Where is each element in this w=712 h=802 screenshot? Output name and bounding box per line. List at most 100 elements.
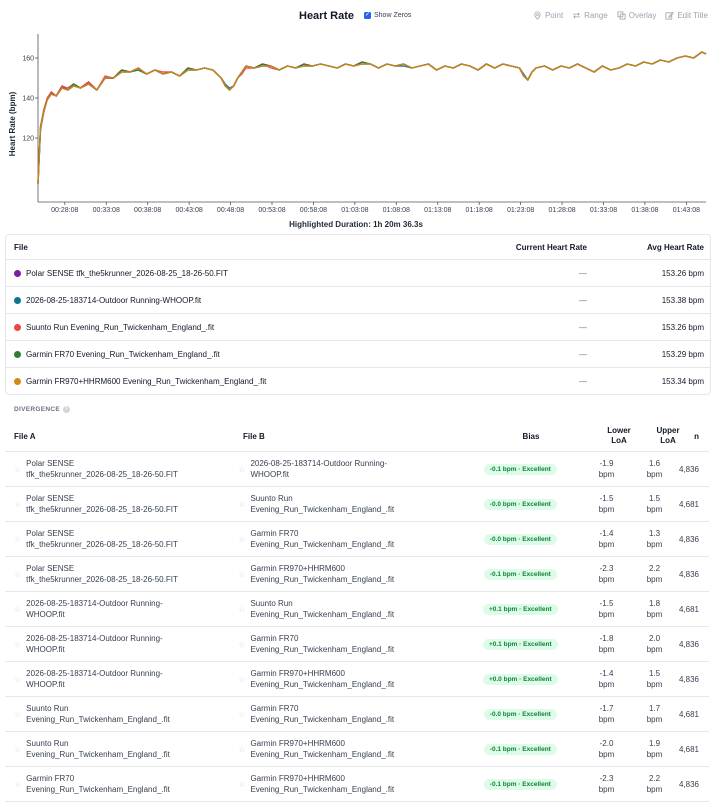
star-icon[interactable]: ☆: [238, 640, 245, 649]
star-icon[interactable]: ☆: [14, 570, 21, 579]
file-a-name: Suunto Run Evening_Run_Twickenham_England…: [26, 738, 170, 760]
file-a-cell: ☆ Polar SENSE tfk_the5krunner_2026-08-25_1…: [5, 528, 238, 550]
plot-area: [38, 34, 706, 202]
file-a-name: Polar SENSE tfk_the5krunner_2026-08-25_18…: [26, 493, 178, 515]
lower-loa: -1.7 bpm: [583, 703, 630, 725]
n-value: 4,836: [678, 674, 700, 684]
lower-loa-unit: bpm: [598, 680, 615, 689]
x-tick-label: 00:53:08: [258, 207, 285, 214]
file-a-line2: Evening_Run_Twickenham_England_.fit: [26, 750, 170, 759]
star-icon[interactable]: ☆: [14, 535, 21, 544]
divergence-row[interactable]: ☆ 2026-08-25-183714-Outdoor Running- WHOOP…: [5, 592, 709, 627]
file-a-cell: ☆ Polar SENSE tfk_the5krunner_2026-08-25_1…: [5, 458, 238, 480]
y-tick-label: 140: [22, 96, 34, 103]
bias-badge: +0.0 bpm · Excellent: [482, 673, 558, 685]
divergence-row[interactable]: ☆ Polar SENSE tfk_the5krunner_2026-08-25_1…: [5, 557, 709, 592]
star-icon[interactable]: ☆: [14, 640, 21, 649]
file-a-line2: tfk_the5krunner_2026-08-25_18-26-50.FIT: [26, 540, 178, 549]
star-icon[interactable]: ☆: [14, 745, 21, 754]
show-zeros-toggle[interactable]: ✓ Show Zeros: [364, 12, 411, 19]
x-tick-label: 00:48:08: [217, 207, 244, 214]
upper-loa: 1.9 bpm: [630, 738, 679, 760]
file-row[interactable]: Garmin FR970+HHRM600 Evening_Run_Twicken…: [6, 368, 710, 394]
star-icon[interactable]: ☆: [238, 780, 245, 789]
lower-loa: -1.4 bpm: [583, 668, 630, 690]
file-b-line1: Suunto Run: [250, 599, 293, 608]
file-name: 2026-08-25-183714-Outdoor Running-WHOOP.…: [26, 295, 202, 305]
file-b-name: 2026-08-25-183714-Outdoor Running- WHOOP.…: [250, 458, 387, 480]
checkbox-checked-icon[interactable]: ✓: [364, 12, 371, 19]
file-b-name: Suunto Run Evening_Run_Twickenham_England…: [250, 493, 394, 515]
file-a-line1: 2026-08-25-183714-Outdoor Running-: [26, 634, 163, 643]
edit-title-button[interactable]: Edit Title: [665, 11, 708, 20]
lower-loa: -2.3 bpm: [583, 773, 630, 795]
divergence-row[interactable]: ☆ 2026-08-25-183714-Outdoor Running- WHOOP…: [5, 627, 709, 662]
star-icon[interactable]: ☆: [238, 500, 245, 509]
divergence-row[interactable]: ☆ 2026-08-25-183714-Outdoor Running- WHOOP…: [5, 662, 709, 697]
n-header: n: [694, 431, 699, 441]
lower-loa: -1.9 bpm: [583, 458, 630, 480]
file-b-name: Garmin FR70 Evening_Run_Twickenham_Englan…: [250, 703, 394, 725]
n-value: 4,681: [678, 744, 700, 754]
star-icon[interactable]: ☆: [238, 605, 245, 614]
file-row[interactable]: Polar SENSE tfk_the5krunner_2026-08-25_1…: [6, 260, 710, 287]
divergence-row[interactable]: ☆ Garmin FR70 Evening_Run_Twickenham_Engla…: [5, 767, 709, 802]
file-a-line1: Polar SENSE: [26, 529, 75, 538]
star-icon[interactable]: ☆: [238, 465, 245, 474]
divergence-row[interactable]: ☆ Polar SENSE tfk_the5krunner_2026-08-25_1…: [5, 522, 709, 557]
bias-cell: +0.0 bpm · Excellent: [458, 673, 583, 685]
file-a-cell: ☆ 2026-08-25-183714-Outdoor Running- WHOOP…: [5, 668, 238, 690]
avg-heart-rate: 153.26 bpm: [661, 322, 704, 332]
file-b-cell: ☆ Suunto Run Evening_Run_Twickenham_Englan…: [238, 493, 457, 515]
lower-loa-header: Lower LoA: [595, 426, 643, 446]
star-icon[interactable]: ☆: [238, 535, 245, 544]
overlay-button[interactable]: Overlay: [617, 11, 657, 20]
star-icon[interactable]: ☆: [238, 675, 245, 684]
upper-loa-unit: bpm: [646, 750, 663, 759]
star-icon[interactable]: ☆: [238, 710, 245, 719]
point-button[interactable]: Point: [533, 11, 563, 20]
star-icon[interactable]: ☆: [14, 675, 21, 684]
y-axis-label: Heart Rate (bpm): [8, 91, 17, 156]
file-row[interactable]: Garmin FR70 Evening_Run_Twickenham_Engla…: [6, 341, 710, 368]
divergence-table-body: ☆ Polar SENSE tfk_the5krunner_2026-08-25_1…: [5, 452, 709, 802]
file-a-line2: WHOOP.fit: [26, 645, 65, 654]
divergence-row[interactable]: ☆ Polar SENSE tfk_the5krunner_2026-08-25_1…: [5, 487, 709, 522]
file-a-name: Garmin FR70 Evening_Run_Twickenham_Englan…: [26, 773, 170, 795]
lower-loa-unit: bpm: [598, 540, 615, 549]
file-row[interactable]: Suunto Run Evening_Run_Twickenham_Englan…: [6, 314, 710, 341]
star-icon[interactable]: ☆: [14, 710, 21, 719]
x-tick-label: 01:18:08: [466, 207, 493, 214]
overlay-label: Overlay: [628, 11, 657, 20]
file-b-line1: Garmin FR70: [250, 529, 299, 538]
upper-loa-header-line1: Upper: [656, 426, 680, 435]
file-a-cell: ☆ Suunto Run Evening_Run_Twickenham_Englan…: [5, 738, 238, 760]
upper-loa-value: 2.2: [648, 564, 661, 573]
star-icon[interactable]: ☆: [14, 780, 21, 789]
lower-loa-value: -2.3: [599, 774, 614, 783]
file-cell: Garmin FR70 Evening_Run_Twickenham_Engla…: [6, 350, 450, 359]
star-icon[interactable]: ☆: [238, 745, 245, 754]
upper-loa-value: 1.9: [648, 739, 661, 748]
star-icon[interactable]: ☆: [14, 500, 21, 509]
x-tick-label: 01:03:08: [341, 207, 368, 214]
file-b-line2: Evening_Run_Twickenham_England_.fit: [250, 610, 395, 619]
file-b-line1: Garmin FR970+HHRM600: [250, 739, 345, 748]
star-icon[interactable]: ☆: [14, 605, 21, 614]
upper-loa: 1.5 bpm: [630, 493, 679, 515]
bias-header: Bias: [522, 431, 540, 441]
file-a-line2: Evening_Run_Twickenham_England_.fit: [26, 785, 170, 794]
file-b-name: Garmin FR970+HHRM600 Evening_Run_Twickenh…: [250, 668, 394, 690]
current-heart-rate-header: Current Heart Rate: [515, 242, 588, 252]
star-icon[interactable]: ☆: [14, 465, 21, 474]
divergence-row[interactable]: ☆ Suunto Run Evening_Run_Twickenham_Englan…: [5, 732, 709, 767]
info-icon[interactable]: i: [62, 406, 70, 413]
series-color-dot: [14, 269, 21, 277]
heart-rate-chart[interactable]: Heart Rate (bpm) 120 140 160 00:28:08 00:33:…: [0, 24, 712, 220]
file-b-line2: Evening_Run_Twickenham_England_.fit: [250, 680, 395, 689]
range-button[interactable]: Range: [572, 11, 608, 20]
file-row[interactable]: 2026-08-25-183714-Outdoor Running-WHOOP.…: [6, 287, 710, 314]
divergence-row[interactable]: ☆ Suunto Run Evening_Run_Twickenham_Englan…: [5, 697, 709, 732]
star-icon[interactable]: ☆: [238, 570, 245, 579]
divergence-row[interactable]: ☆ Polar SENSE tfk_the5krunner_2026-08-25_1…: [5, 452, 709, 487]
